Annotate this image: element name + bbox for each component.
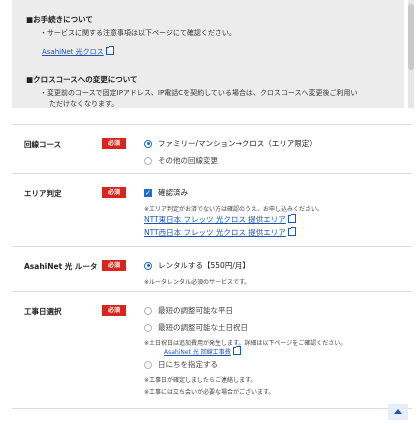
required-badge: 必須 (102, 138, 126, 149)
external-link-icon (287, 214, 296, 223)
construction-fee-link[interactable]: AsahiNet 光 回線工事費 (164, 346, 241, 356)
ntt-west-area-link[interactable]: NTT西日本 フレッツ 光クロス 提供エリア (144, 227, 296, 238)
row-area: エリア判定 必須 ✓ 確認済み ※エリア判定がお済でない方は確認のうえ、お申し込み… (12, 173, 412, 246)
row-router: AsahiNet 光 ルータ 必須 レンタルする【550円/月】 ※ルータレンタ… (12, 246, 412, 291)
radio-other-line-change[interactable]: その他の回線変更 (144, 155, 218, 166)
holiday-fee-note: ※土日祝日は追加費用が発生します。詳細は以下ページをご確認ください。 (144, 340, 347, 347)
construction-label: 工事日選択 (24, 307, 62, 316)
radio-family-to-cross[interactable]: ファミリー/マンション→クロス（エリア限定） (144, 138, 317, 149)
scrollbar-thumb[interactable] (408, 4, 414, 70)
required-badge: 必須 (102, 187, 126, 198)
external-link-icon (105, 46, 114, 55)
row-construction-date: 工事日選択 必須 最短の調整可能な平日 最短の調整可能な土日祝日 ※土日祝日は追… (12, 291, 412, 409)
router-note: ※ルータレンタル必須のサービスです。 (144, 279, 251, 286)
construction-note-3: ※工事には立ち会いが必要な場合がございます。 (144, 389, 275, 396)
area-confirmed-checkbox[interactable]: ✓ 確認済み (144, 187, 188, 198)
notice-box: ■お手続きについて ・サービスに関する注意事項は以下ページにて確認ください。 A… (12, 0, 404, 108)
application-form: 回線コース 必須 ファミリー/マンション→クロス（エリア限定） その他の回線変更… (12, 124, 412, 409)
external-link-icon (232, 346, 241, 355)
radio-selected-icon (144, 261, 152, 270)
radio-earliest-holiday[interactable]: 最短の調整可能な土日祝日 (144, 322, 248, 333)
radio-selected-icon (144, 139, 152, 148)
line-course-label: 回線コース (24, 140, 62, 149)
area-note: ※エリア判定がお済でない方は確認のうえ、お申し込みください。 (144, 206, 324, 213)
area-label: エリア判定 (24, 189, 62, 198)
radio-empty-icon (144, 306, 152, 315)
construction-note-2: ※工事日が確定しましたらご連絡します。 (144, 377, 257, 384)
notice-scrollbar[interactable] (408, 0, 414, 108)
notice-title-course-change: ■クロスコースへの変更について (26, 75, 138, 84)
arrow-up-icon (394, 409, 402, 414)
row-line-course: 回線コース 必須 ファミリー/マンション→クロス（エリア限定） その他の回線変更 (12, 124, 412, 173)
required-badge: 必須 (102, 305, 126, 316)
radio-earliest-weekday[interactable]: 最短の調整可能な平日 (144, 305, 233, 316)
radio-empty-icon (144, 360, 152, 369)
notice-text-course-change-2: ただけなくなります。 (49, 100, 119, 108)
external-link-icon (287, 227, 296, 236)
notice-text-procedure: ・サービスに関する注意事項は以下ページにて確認ください。 (40, 29, 236, 37)
radio-empty-icon (144, 323, 152, 332)
radio-router-rental[interactable]: レンタルする【550円/月】 (144, 260, 250, 271)
required-badge: 必須 (102, 260, 126, 271)
scroll-to-top-button[interactable] (388, 404, 408, 420)
asahinet-cross-link[interactable]: AsahiNet 光クロス (42, 46, 114, 57)
ntt-east-area-link[interactable]: NTT東日本 フレッツ 光クロス 提供エリア (144, 214, 296, 225)
check-icon: ✓ (144, 188, 152, 197)
notice-text-course-change: ・変更前のコースで固定IPアドレス、IP電話Cを契約している場合は、クロスコース… (40, 89, 358, 97)
radio-empty-icon (144, 156, 152, 165)
notice-title-procedure: ■お手続きについて (26, 15, 93, 24)
radio-specify-date[interactable]: 日にちを指定する (144, 359, 218, 370)
router-label: AsahiNet 光 ルータ (24, 262, 98, 271)
